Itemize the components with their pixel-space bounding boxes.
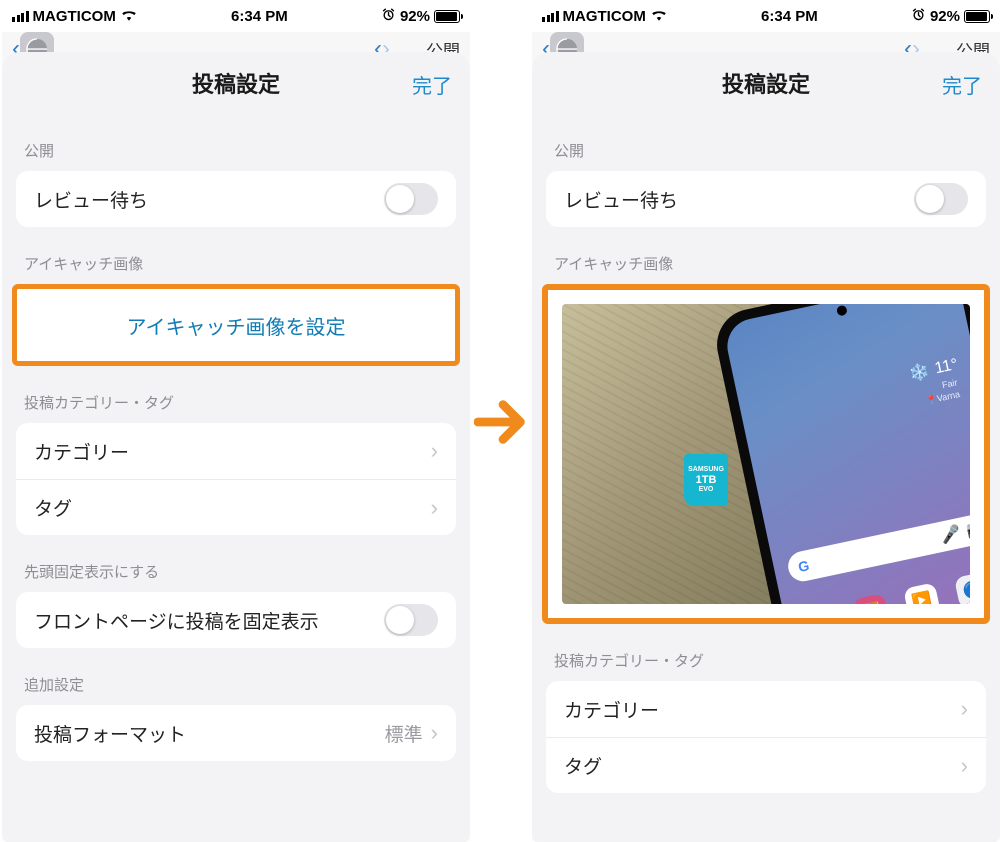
- phone-after: MAGTICOM 6:34 PM 92% ‹ ‹ › 公開 投稿設定 完了: [532, 0, 1000, 842]
- chevron-right-icon: ›: [961, 696, 968, 722]
- chevron-right-icon: ›: [961, 753, 968, 779]
- category-row[interactable]: カテゴリー ›: [16, 423, 456, 479]
- wifi-icon: [120, 7, 138, 25]
- clock: 6:34 PM: [761, 8, 818, 25]
- review-pending-label: レビュー待ち: [564, 186, 678, 213]
- featured-image-highlight: SAMSUNG 1TB EVO ❄️11° Fair 📍Varna: [542, 284, 990, 624]
- sticky-label: フロントページに投稿を固定表示: [34, 607, 319, 634]
- sdcard-graphic: SAMSUNG 1TB EVO: [684, 454, 728, 506]
- alarm-icon: [911, 7, 926, 26]
- chevron-right-icon: ›: [431, 438, 438, 464]
- review-pending-label: レビュー待ち: [34, 186, 148, 213]
- category-row[interactable]: カテゴリー ›: [546, 681, 986, 737]
- cattag-group: カテゴリー › タグ ›: [16, 423, 456, 535]
- sticky-toggle[interactable]: [384, 604, 438, 636]
- section-extra-label: 追加設定: [2, 648, 470, 705]
- section-featured-label: アイキャッチ画像: [532, 227, 1000, 284]
- wifi-icon: [650, 7, 668, 25]
- done-button[interactable]: 完了: [942, 70, 982, 99]
- sheet-title: 投稿設定: [192, 67, 280, 99]
- section-featured-label: アイキャッチ画像: [2, 227, 470, 284]
- set-featured-highlight: アイキャッチ画像を設定: [12, 284, 460, 366]
- extra-group: 投稿フォーマット 標準 ›: [16, 705, 456, 761]
- cattag-group: カテゴリー › タグ ›: [546, 681, 986, 793]
- review-pending-row[interactable]: レビュー待ち: [16, 171, 456, 227]
- signal-icon: [12, 11, 29, 22]
- featured-image-thumbnail[interactable]: SAMSUNG 1TB EVO ❄️11° Fair 📍Varna: [562, 304, 970, 604]
- carrier-label: MAGTICOM: [563, 8, 646, 25]
- section-cattag-label: 投稿カテゴリー・タグ: [532, 624, 1000, 681]
- set-featured-image-button[interactable]: アイキャッチ画像を設定: [17, 289, 455, 361]
- tag-row[interactable]: タグ ›: [546, 737, 986, 793]
- review-pending-toggle[interactable]: [384, 183, 438, 215]
- section-publish-label: 公開: [2, 114, 470, 171]
- category-label: カテゴリー: [564, 696, 659, 723]
- signal-icon: [542, 11, 559, 22]
- done-button[interactable]: 完了: [412, 70, 452, 99]
- transition-arrow-icon: [474, 398, 532, 451]
- status-bar: MAGTICOM 6:34 PM 92%: [2, 0, 470, 32]
- carrier-label: MAGTICOM: [33, 8, 116, 25]
- tag-label: タグ: [564, 752, 602, 779]
- tag-row[interactable]: タグ ›: [16, 479, 456, 535]
- publish-group: レビュー待ち: [16, 171, 456, 227]
- post-format-row[interactable]: 投稿フォーマット 標準 ›: [16, 705, 456, 761]
- battery-pct: 92%: [930, 8, 960, 25]
- category-label: カテゴリー: [34, 438, 129, 465]
- section-cattag-label: 投稿カテゴリー・タグ: [2, 366, 470, 423]
- settings-sheet: 投稿設定 完了 公開 レビュー待ち アイキャッチ画像 アイキャッチ画像を設定 投…: [2, 52, 470, 842]
- sticky-group: フロントページに投稿を固定表示: [16, 592, 456, 648]
- sheet-header: 投稿設定 完了: [532, 52, 1000, 114]
- battery-icon: [434, 10, 460, 23]
- post-format-value: 標準: [385, 720, 423, 747]
- sticky-row[interactable]: フロントページに投稿を固定表示: [16, 592, 456, 648]
- alarm-icon: [381, 7, 396, 26]
- settings-sheet: 投稿設定 完了 公開 レビュー待ち アイキャッチ画像 SAMSUNG 1TB E…: [532, 52, 1000, 842]
- status-bar: MAGTICOM 6:34 PM 92%: [532, 0, 1000, 32]
- phone-before: MAGTICOM 6:34 PM 92% ‹ ‹ › 公開 投稿設定 完了: [2, 0, 470, 842]
- section-sticky-label: 先頭固定表示にする: [2, 535, 470, 592]
- section-publish-label: 公開: [532, 114, 1000, 171]
- publish-group: レビュー待ち: [546, 171, 986, 227]
- battery-icon: [964, 10, 990, 23]
- review-pending-row[interactable]: レビュー待ち: [546, 171, 986, 227]
- sheet-title: 投稿設定: [722, 67, 810, 99]
- chevron-right-icon: ›: [431, 720, 438, 746]
- review-pending-toggle[interactable]: [914, 183, 968, 215]
- clock: 6:34 PM: [231, 8, 288, 25]
- google-search-mock: G 🎤📷: [785, 511, 970, 584]
- tag-label: タグ: [34, 494, 72, 521]
- post-format-label: 投稿フォーマット: [34, 720, 186, 747]
- battery-pct: 92%: [400, 8, 430, 25]
- sheet-header: 投稿設定 完了: [2, 52, 470, 114]
- chevron-right-icon: ›: [431, 495, 438, 521]
